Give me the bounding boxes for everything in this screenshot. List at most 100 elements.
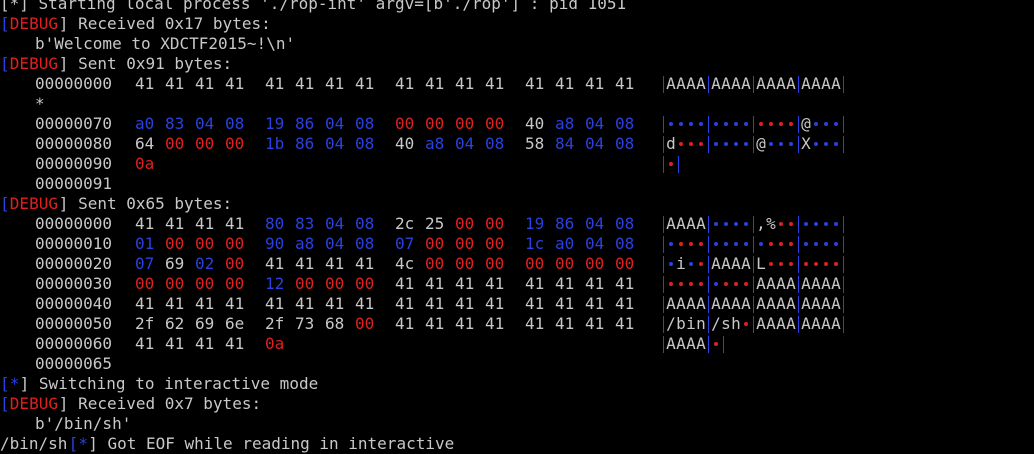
hex-byte: 41 [295,294,315,313]
ascii-char: h [731,314,741,333]
nonprint-byte-dot [824,122,828,126]
hex-byte: 40 [525,114,545,133]
ascii-char: A [741,74,751,93]
ascii-separator [663,76,664,93]
ascii-char: s [721,314,731,333]
hexdump-row: 00000020 07 69 02 00 41 41 41 41 4c 00 00 00 00 00 00 00… [0,254,1034,274]
ascii-char: A [666,294,676,313]
ascii-char: A [686,74,696,93]
hex-byte: 80 [265,214,285,233]
nonprint-byte-dot [714,282,718,286]
hex-byte: a8 [425,134,445,153]
ascii-char: A [776,314,786,333]
log-text: [*] Starting local process './rop-int' a… [0,0,627,13]
hex-byte: 64 [135,134,155,153]
log-text: [ [0,14,10,33]
hexdump-offset: 00000050 [35,314,113,333]
nonprint-byte-dot [744,122,748,126]
ascii-char: A [696,294,706,313]
ascii-char: A [831,314,841,333]
ascii-separator [753,136,754,153]
hex-byte: 41 [615,74,635,93]
ascii-separator [723,336,724,353]
nonprint-byte-dot [669,242,673,246]
hex-byte: 04 [585,114,605,133]
hexdump-row: 00000060 41 41 41 41 0a A A A A [0,334,1034,354]
hex-byte: 00 [195,234,215,253]
hex-byte: 04 [325,214,345,233]
hex-byte: 41 [225,294,245,313]
hex-byte: 62 [165,314,185,333]
nonprint-byte-dot [789,122,793,126]
ascii-separator [753,76,754,93]
hex-byte: 41 [525,274,545,293]
hex-byte: 41 [135,74,155,93]
ascii-separator [708,296,709,313]
nonprint-byte-dot [714,122,718,126]
hexdump-offset: 00000060 [35,334,113,353]
ascii-separator [708,316,709,333]
hex-byte: 41 [455,294,475,313]
hex-byte: 41 [455,314,475,333]
ascii-char: A [696,334,706,353]
ascii-separator [708,116,709,133]
ascii-separator [663,156,664,173]
ascii-char: A [721,254,731,273]
ascii-separator [663,136,664,153]
nonprint-byte-dot [789,242,793,246]
nonprint-byte-dot [789,262,793,266]
ascii-char: L [756,254,766,273]
nonprint-byte-dot [679,242,683,246]
nonprint-byte-dot [714,142,718,146]
ascii-separator [708,216,709,233]
hex-byte: 41 [265,74,285,93]
nonprint-byte-dot [699,122,703,126]
hex-byte: 86 [555,214,575,233]
nonprint-byte-dot [714,222,718,226]
hexdump-offset: 00000090 [35,154,113,173]
hexdump-row: 00000080 64 00 00 00 1b 86 04 08 40 a8 04 08 58 84 04 08… [0,134,1034,154]
ascii-separator [843,76,844,93]
hex-byte: 04 [585,134,605,153]
ascii-char: / [666,314,676,333]
hex-byte: 6e [225,314,245,333]
nonprint-byte-dot [824,262,828,266]
ascii-separator [663,236,664,253]
hex-byte: 00 [355,274,375,293]
ascii-char: X [801,134,811,153]
ascii-char: i [676,254,686,273]
ascii-char: i [686,314,696,333]
terminal-output[interactable]: [*] Starting local process './rop-int' a… [0,0,1034,454]
log-text: * [78,434,89,453]
hex-byte: 83 [295,214,315,233]
nonprint-byte-dot [814,122,818,126]
hex-byte: 08 [355,214,375,233]
hex-byte: 84 [555,134,575,153]
ascii-char: A [811,274,821,293]
hex-byte: 00 [455,254,475,273]
ascii-char: A [831,274,841,293]
hex-byte: 68 [325,314,345,333]
ascii-separator [843,296,844,313]
ascii-separator [708,256,709,273]
log-text: [ [0,374,10,393]
hex-byte: 00 [165,234,185,253]
hex-byte: 41 [165,214,185,233]
ascii-char: A [686,334,696,353]
nonprint-byte-dot [714,242,718,246]
nonprint-byte-dot [834,122,838,126]
ascii-separator [753,316,754,333]
hex-byte: 2f [265,314,285,333]
log-text: 00000091 [35,174,113,193]
hexdump-row: 00000030 00 00 00 00 12 00 00 00 41 41 41 41 41 41 41 41… [0,274,1034,294]
hexdump-row: 00000010 01 00 00 00 90 a8 04 08 07 00 00 00 1c a0 04 08 [0,234,1034,254]
log-line: [DEBUG] Received 0x17 bytes: [0,14,1034,34]
log-text: [ [0,194,10,213]
ascii-separator [798,316,799,333]
ascii-char: A [686,214,696,233]
hex-byte: 41 [355,294,375,313]
nonprint-byte-dot [679,142,683,146]
ascii-separator [798,236,799,253]
hex-byte: 41 [585,294,605,313]
hex-byte: 00 [225,134,245,153]
